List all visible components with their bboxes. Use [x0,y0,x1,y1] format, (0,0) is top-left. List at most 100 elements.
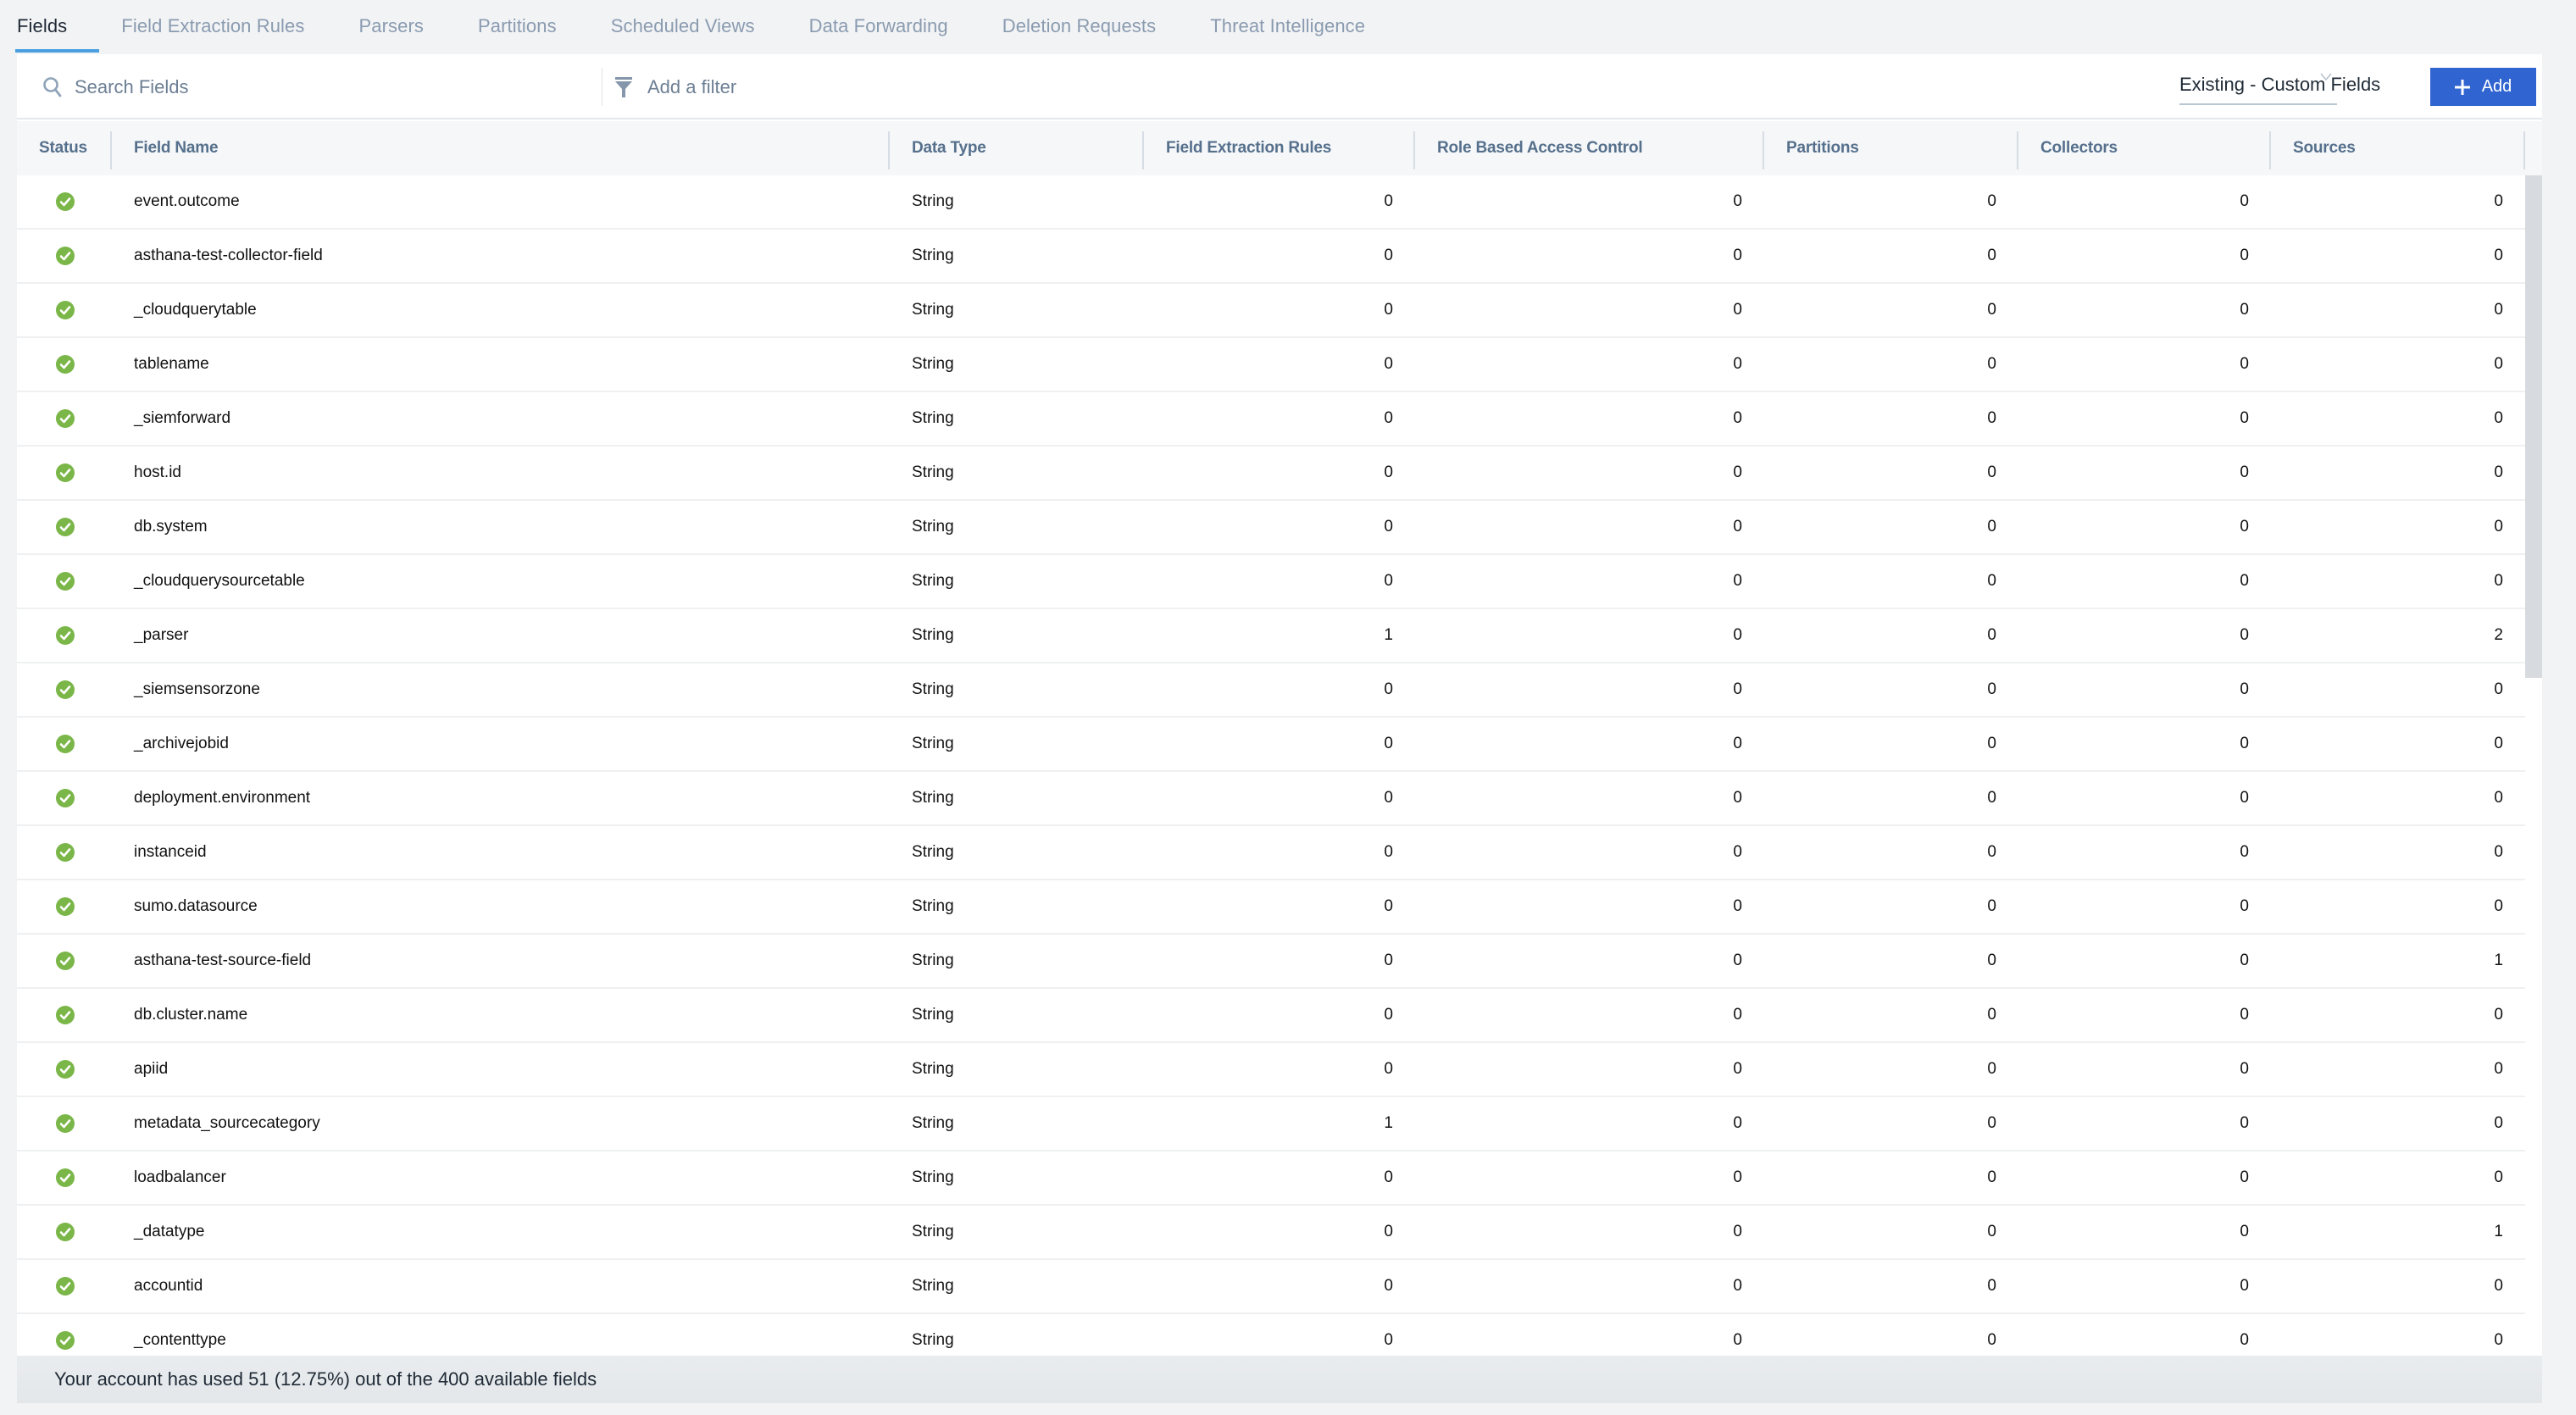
table-row[interactable]: _parser String 1 0 0 0 2 [17,609,2525,663]
fer-count-cell: 0 [1384,735,1393,752]
column-header-partitions[interactable]: Partitions [1764,121,2018,175]
collectors-count-cell: 0 [2240,897,2249,915]
field-name-cell: _parser [134,626,189,644]
table-row[interactable]: db.cluster.name String 0 0 0 0 0 [17,989,2525,1043]
collectors-count-cell: 0 [2240,735,2249,752]
table-row[interactable]: _datatype String 0 0 0 0 1 [17,1206,2525,1260]
table-row[interactable]: sumo.datasource String 0 0 0 0 0 [17,880,2525,935]
column-header-rbac[interactable]: Role Based Access Control [1415,121,1764,175]
fer-count-cell: 0 [1384,247,1393,264]
check-circle-icon [56,735,75,753]
tab-field-extraction-rules[interactable]: Field Extraction Rules [121,0,304,53]
sources-count-cell: 0 [2494,355,2503,373]
table-row[interactable]: _cloudquerytable String 0 0 0 0 0 [17,284,2525,338]
rbac-count-cell: 0 [1733,1277,1742,1295]
sources-count-cell: 0 [2494,572,2503,590]
sources-count-cell: 0 [2494,1331,2503,1349]
partitions-count-cell: 0 [1987,572,1996,590]
data-type-cell: String [912,897,954,915]
tab-scheduled-views[interactable]: Scheduled Views [611,0,755,53]
column-header-field-name[interactable]: Field Name [112,121,890,175]
column-header-field-extraction-rules[interactable]: Field Extraction Rules [1144,121,1415,175]
field-name-cell: metadata_sourcecategory [134,1114,320,1132]
collectors-count-cell: 0 [2240,680,2249,698]
partitions-count-cell: 0 [1987,789,1996,807]
fer-count-cell: 0 [1384,952,1393,969]
check-circle-icon [56,843,75,862]
scrollbar-thumb[interactable] [2525,175,2542,678]
collectors-count-cell: 0 [2240,409,2249,427]
tab-data-forwarding[interactable]: Data Forwarding [809,0,948,53]
check-circle-icon [56,572,75,591]
column-header-data-type[interactable]: Data Type [890,121,1144,175]
table-row[interactable]: event.outcome String 0 0 0 0 0 [17,175,2525,230]
table-row[interactable]: metadata_sourcecategory String 1 0 0 0 0 [17,1097,2525,1151]
data-type-cell: String [912,1060,954,1078]
table-row[interactable]: _archivejobid String 0 0 0 0 0 [17,718,2525,772]
add-field-button[interactable]: Add [2430,68,2536,106]
table-row[interactable]: apiid String 0 0 0 0 0 [17,1043,2525,1097]
tab-deletion-requests[interactable]: Deletion Requests [1002,0,1156,53]
data-type-cell: String [912,1006,954,1024]
data-type-cell: String [912,843,954,861]
field-name-cell: event.outcome [134,192,240,210]
field-view-select[interactable]: Existing - Custom Fields [2179,66,2380,105]
fer-count-cell: 0 [1384,572,1393,590]
add-button-label: Add [2481,77,2512,96]
field-name-cell: db.cluster.name [134,1006,248,1024]
tab-threat-intelligence[interactable]: Threat Intelligence [1210,0,1365,53]
sources-count-cell: 0 [2494,680,2503,698]
table-row[interactable]: host.id String 0 0 0 0 0 [17,447,2525,501]
column-header-status[interactable]: Status [17,121,112,175]
collectors-count-cell: 0 [2240,843,2249,861]
table-row[interactable]: tablename String 0 0 0 0 0 [17,338,2525,392]
sources-count-cell: 1 [2494,952,2503,969]
table-scrollbar[interactable] [2525,175,2542,1356]
partitions-count-cell: 0 [1987,626,1996,644]
table-row[interactable]: instanceid String 0 0 0 0 0 [17,826,2525,880]
table-row[interactable]: accountid String 0 0 0 0 0 [17,1260,2525,1314]
collectors-count-cell: 0 [2240,952,2249,969]
toolbar: Add a filter Existing - Custom Fields Ad… [17,54,2542,119]
usage-footer: Your account has used 51 (12.75%) out of… [17,1356,2542,1403]
collectors-count-cell: 0 [2240,301,2249,319]
data-type-cell: String [912,572,954,590]
check-circle-icon [56,518,75,536]
data-type-cell: String [912,1114,954,1132]
tab-bar: Fields Field Extraction Rules Parsers Pa… [14,0,1419,54]
column-header-collectors[interactable]: Collectors [2018,121,2271,175]
table-row[interactable]: db.system String 0 0 0 0 0 [17,501,2525,555]
table-row[interactable]: _contenttype String 0 0 0 0 0 [17,1314,2525,1356]
collectors-count-cell: 0 [2240,518,2249,535]
table-row[interactable]: asthana-test-collector-field String 0 0 … [17,230,2525,284]
field-name-cell: asthana-test-collector-field [134,247,323,264]
table-row[interactable]: _siemforward String 0 0 0 0 0 [17,392,2525,447]
status-cell [17,284,112,336]
table-row[interactable]: _cloudquerysourcetable String 0 0 0 0 0 [17,555,2525,609]
fer-count-cell: 0 [1384,1277,1393,1295]
check-circle-icon [56,897,75,916]
data-type-cell: String [912,952,954,969]
sources-count-cell: 2 [2494,626,2503,644]
search-input[interactable] [75,76,566,98]
tab-fields[interactable]: Fields [14,0,100,53]
partitions-count-cell: 0 [1987,1277,1996,1295]
partitions-count-cell: 0 [1987,735,1996,752]
data-type-cell: String [912,626,954,644]
table-row[interactable]: _siemsensorzone String 0 0 0 0 0 [17,663,2525,718]
field-name-cell: _datatype [134,1223,205,1240]
table-row[interactable]: deployment.environment String 0 0 0 0 0 [17,772,2525,826]
collectors-count-cell: 0 [2240,1168,2249,1186]
rbac-count-cell: 0 [1733,409,1742,427]
check-circle-icon [56,192,75,211]
add-filter-button[interactable]: Add a filter [615,68,736,107]
partitions-count-cell: 0 [1987,1223,1996,1240]
tab-partitions[interactable]: Partitions [478,0,557,53]
table-row[interactable]: asthana-test-source-field String 0 0 0 0… [17,935,2525,989]
field-name-cell: _contenttype [134,1331,226,1349]
fer-count-cell: 0 [1384,355,1393,373]
table-row[interactable]: loadbalancer String 0 0 0 0 0 [17,1151,2525,1206]
collectors-count-cell: 0 [2240,789,2249,807]
tab-parsers[interactable]: Parsers [358,0,424,53]
column-header-sources[interactable]: Sources [2271,121,2525,175]
